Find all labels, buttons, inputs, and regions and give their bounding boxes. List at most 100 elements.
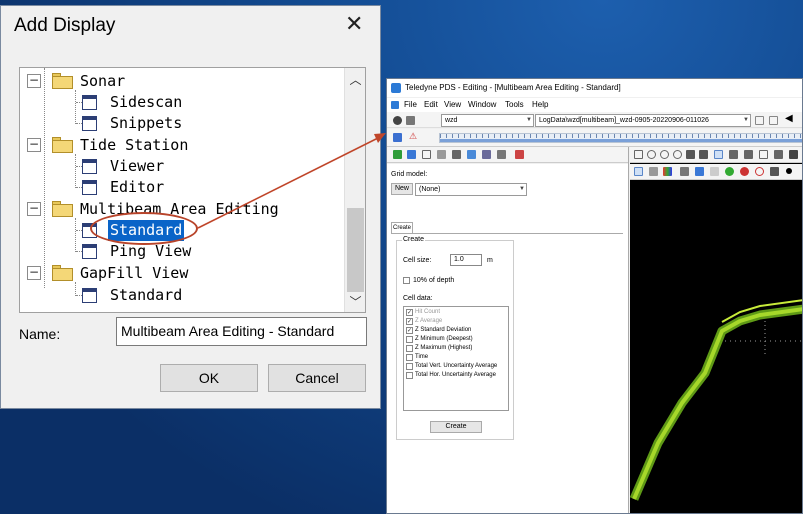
filter-icon[interactable] <box>393 133 402 142</box>
collapse-icon[interactable]: − <box>27 266 41 280</box>
checkbox[interactable] <box>406 354 413 361</box>
app-menu-icon[interactable] <box>391 101 399 109</box>
grid-toggle-icon[interactable] <box>759 150 768 159</box>
tree-item-gapfill-standard[interactable]: Standard <box>20 285 340 306</box>
tree-scrollbar[interactable]: ︿ ﹀ <box>344 68 365 312</box>
grid-model-panel: Grid model: New (None) ▼ Create Create Ce… <box>387 147 629 513</box>
point-icon[interactable] <box>786 168 792 174</box>
name-label: Name: <box>19 326 61 342</box>
scrollbar-thumb[interactable] <box>347 208 364 292</box>
tree-folder-sonar[interactable]: − Sonar <box>20 71 340 92</box>
cell-data-label: Cell data: <box>403 295 433 302</box>
checkbox[interactable] <box>406 345 413 352</box>
cell-data-list[interactable]: ✓ Hit Count ✓ Z Average ✓ Z Standard Deviat… <box>403 306 509 411</box>
filter-map-icon[interactable] <box>770 167 779 176</box>
zoom-extent-icon[interactable] <box>634 150 643 159</box>
zoom-window-icon[interactable] <box>673 150 682 159</box>
pds-editing-window: Teledyne PDS - Editing - [Multibeam Area… <box>386 78 803 514</box>
name-input[interactable]: Multibeam Area Editing - Standard <box>116 317 367 346</box>
select-icon[interactable] <box>714 150 723 159</box>
grid-model-form: Grid model: New (None) ▼ Create Create Ce… <box>387 164 628 513</box>
vessel-combo[interactable]: wzd ▼ <box>441 114 534 127</box>
print-icon[interactable] <box>744 150 753 159</box>
add-display-dialog: Add Display ✕ − Sonar Sidescan Snippets … <box>0 5 381 409</box>
collapse-icon[interactable]: − <box>27 74 41 88</box>
layer-tool-icon[interactable] <box>695 167 704 176</box>
scroll-up-icon[interactable]: ︿ <box>345 70 365 90</box>
close-icon[interactable]: ✕ <box>345 12 363 36</box>
menu-file[interactable]: File <box>404 100 417 109</box>
record-icon[interactable] <box>393 116 402 125</box>
red-dot-icon[interactable] <box>740 167 749 176</box>
warning-icon[interactable]: ⚠ <box>409 131 417 142</box>
create-group-label: Create <box>402 236 426 243</box>
collapse-icon[interactable]: − <box>27 202 41 216</box>
checkbox[interactable] <box>406 372 413 379</box>
pds-logo-icon <box>391 83 401 93</box>
tree-item-editor[interactable]: Editor <box>20 177 340 198</box>
timeline-slider[interactable] <box>439 133 802 143</box>
cube-icon[interactable] <box>649 167 658 176</box>
menu-help[interactable]: Help <box>532 100 548 109</box>
pan-icon[interactable] <box>686 150 695 159</box>
scroll-down-icon[interactable]: ﹀ <box>345 292 365 312</box>
target-icon[interactable] <box>755 167 764 176</box>
tree-item-label: Editor <box>110 178 165 196</box>
tree-folder-gapfill-view[interactable]: − GapFill View <box>20 263 340 284</box>
tool-icon[interactable] <box>452 150 461 159</box>
menu-edit[interactable]: Edit <box>424 100 438 109</box>
shading-icon[interactable] <box>680 167 689 176</box>
main-toolbar: wzd ▼ LogData\wzd[multibeam]_wzd-0905-202… <box>387 112 802 128</box>
stats-icon[interactable] <box>482 150 491 159</box>
grid-model-combo[interactable]: (None) ▼ <box>415 183 527 196</box>
delete-icon[interactable] <box>515 150 524 159</box>
tree-item-ping-view[interactable]: Ping View <box>20 241 340 262</box>
camera-icon[interactable] <box>789 150 798 159</box>
layer-icon[interactable] <box>422 150 431 159</box>
tree-item-snippets[interactable]: Snippets <box>20 113 340 134</box>
create-button[interactable]: Create <box>430 421 482 433</box>
grid-model-label: Grid model: <box>391 171 428 178</box>
next-file-icon[interactable] <box>769 116 778 125</box>
measure-icon[interactable] <box>729 150 738 159</box>
display-icon <box>82 180 97 195</box>
menu-tools[interactable]: Tools <box>505 100 524 109</box>
checkbox[interactable] <box>406 363 413 370</box>
ten-percent-checkbox[interactable] <box>403 277 410 284</box>
dialog-title: Add Display <box>14 15 116 36</box>
cell-size-input[interactable]: 1.0 <box>450 254 482 266</box>
clear-icon[interactable] <box>710 167 719 176</box>
display-type-tree[interactable]: − Sonar Sidescan Snippets − Tide Station… <box>19 67 366 313</box>
view-mode-icon[interactable] <box>634 167 643 176</box>
menu-window[interactable]: Window <box>468 100 496 109</box>
tree-item-sidescan[interactable]: Sidescan <box>20 92 340 113</box>
green-dot-icon[interactable] <box>725 167 734 176</box>
checkbox[interactable]: ✓ <box>406 309 413 316</box>
chart-icon[interactable] <box>437 150 446 159</box>
new-button[interactable]: New <box>391 183 413 195</box>
checkbox[interactable] <box>406 336 413 343</box>
menu-view[interactable]: View <box>444 100 461 109</box>
rotate-icon[interactable] <box>699 150 708 159</box>
vessel-icon[interactable] <box>467 150 476 159</box>
grid-icon[interactable] <box>393 150 402 159</box>
tree-item-viewer[interactable]: Viewer <box>20 156 340 177</box>
surface-icon[interactable] <box>407 150 416 159</box>
map-canvas[interactable] <box>629 181 802 513</box>
checkbox[interactable]: ✓ <box>406 318 413 325</box>
play-back-icon[interactable]: ◀ <box>785 113 793 124</box>
cancel-button[interactable]: Cancel <box>268 364 366 392</box>
tree-folder-tide-station[interactable]: − Tide Station <box>20 135 340 156</box>
zoom-out-icon[interactable] <box>660 150 669 159</box>
logdata-combo[interactable]: LogData\wzd[multibeam]_wzd-0905-20220906… <box>535 114 751 127</box>
checkbox[interactable]: ✓ <box>406 327 413 334</box>
export-map-icon[interactable] <box>774 150 783 159</box>
tree-item-label: Viewer <box>110 157 165 175</box>
zoom-in-icon[interactable] <box>647 150 656 159</box>
color-scale-icon[interactable] <box>663 167 672 176</box>
collapse-icon[interactable]: − <box>27 138 41 152</box>
settings-icon[interactable] <box>406 116 415 125</box>
ok-button[interactable]: OK <box>160 364 258 392</box>
export-icon[interactable] <box>497 150 506 159</box>
prev-file-icon[interactable] <box>755 116 764 125</box>
